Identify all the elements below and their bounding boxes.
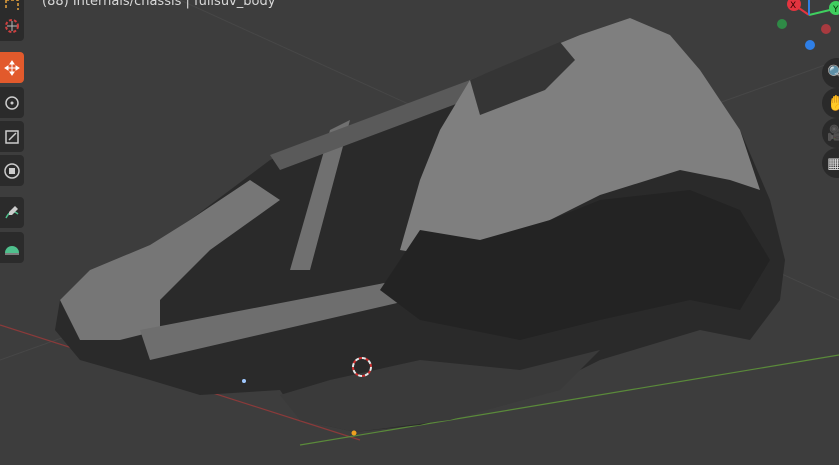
camera-icon: 🎥 [827,124,839,142]
tool-transform[interactable] [0,155,24,186]
transform-icon [4,162,20,179]
hand-icon: ✋ [827,94,839,112]
grid-icon: ▦ [827,154,839,172]
annotate-icon [5,205,19,218]
rotate-icon [5,95,19,110]
gizmo-neg-z-icon [805,40,815,50]
light-marker [242,379,246,383]
gizmo-neg-y-icon [777,19,787,29]
3d-viewport[interactable]: X Y (88) Internals/chassis | fullsuv_bod… [0,0,839,465]
svg-text:X: X [790,1,796,11]
car-body-mesh[interactable] [55,18,785,432]
svg-text:Y: Y [832,5,839,15]
scene: X Y [0,0,839,446]
tool-move[interactable] [0,52,24,83]
object-origin [351,430,357,436]
cursor-icon [5,18,19,33]
tool-scale[interactable] [0,121,24,152]
zoom-icon: 🔍 [827,64,839,82]
gizmo-neg-x-icon [821,24,831,34]
navigation-gizmo[interactable]: X Y [777,0,839,50]
viewport-info-text: (88) Internals/chassis | fullsuv_body [42,0,276,9]
scale-icon [5,129,19,144]
tool-annotate[interactable] [0,197,24,228]
measure-icon [5,245,19,254]
move-icon [4,59,20,76]
tool-cursor[interactable] [0,10,24,41]
tool-measure[interactable] [0,232,24,263]
tool-rotate[interactable] [0,87,24,118]
